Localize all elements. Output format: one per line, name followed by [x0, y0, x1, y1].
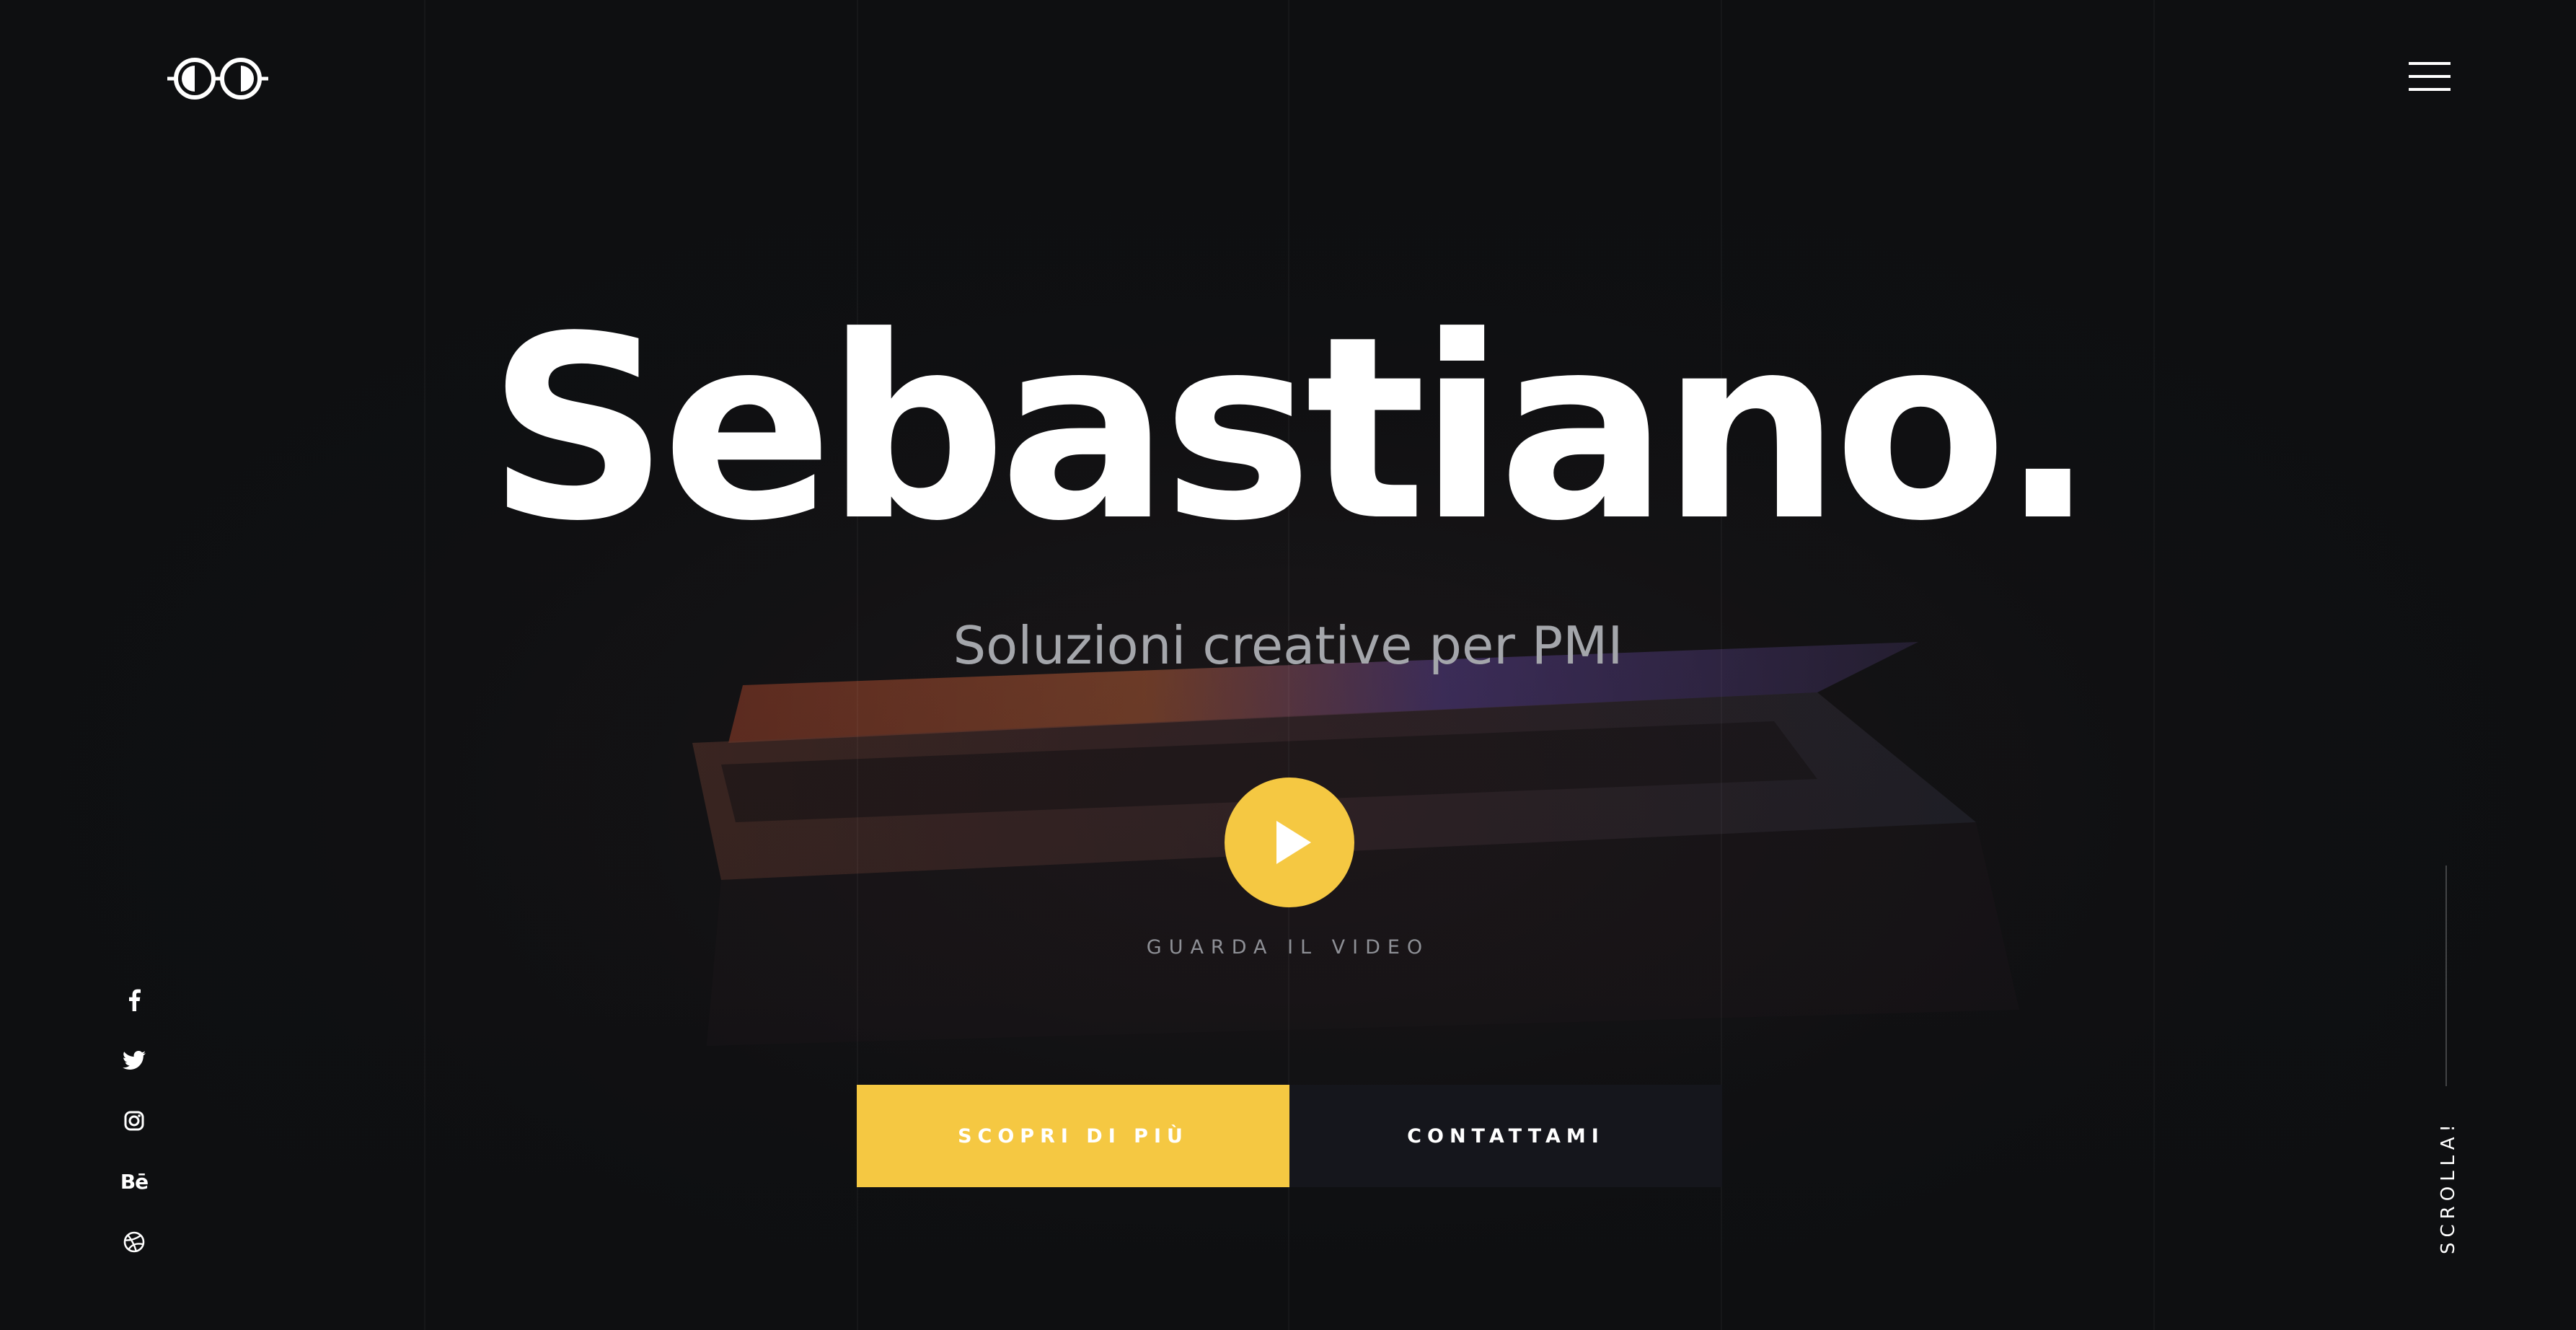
- behance-icon[interactable]: Bē: [115, 1163, 153, 1200]
- twitter-icon[interactable]: [115, 1041, 153, 1079]
- discover-more-button[interactable]: SCOPRI DI PIÙ: [857, 1085, 1289, 1187]
- scroll-line: [2445, 866, 2447, 1086]
- hero-title: Sebastiano.: [487, 282, 2096, 576]
- hamburger-menu-icon[interactable]: [2409, 59, 2451, 94]
- menu-bar: [2409, 75, 2451, 78]
- facebook-icon[interactable]: [115, 981, 153, 1018]
- social-links: Bē: [115, 981, 153, 1284]
- play-video-button[interactable]: [1225, 778, 1354, 907]
- dribbble-icon[interactable]: [115, 1223, 153, 1261]
- play-icon: [1276, 821, 1311, 864]
- contact-me-button[interactable]: CONTATTAMI: [1289, 1085, 1722, 1187]
- scroll-label[interactable]: SCROLLA!: [2434, 1119, 2463, 1254]
- menu-bar: [2409, 88, 2451, 91]
- watch-video-label[interactable]: GUARDA IL VIDEO: [0, 936, 2576, 959]
- behance-label: Bē: [120, 1169, 149, 1194]
- hero-subtitle: Soluzioni creative per PMI: [953, 615, 1623, 676]
- instagram-icon[interactable]: [115, 1102, 153, 1140]
- landing-page: Sebastiano. Soluzioni creative per PMI G…: [0, 0, 2576, 1330]
- glasses-logo-icon[interactable]: [167, 55, 268, 102]
- menu-bar: [2409, 62, 2451, 65]
